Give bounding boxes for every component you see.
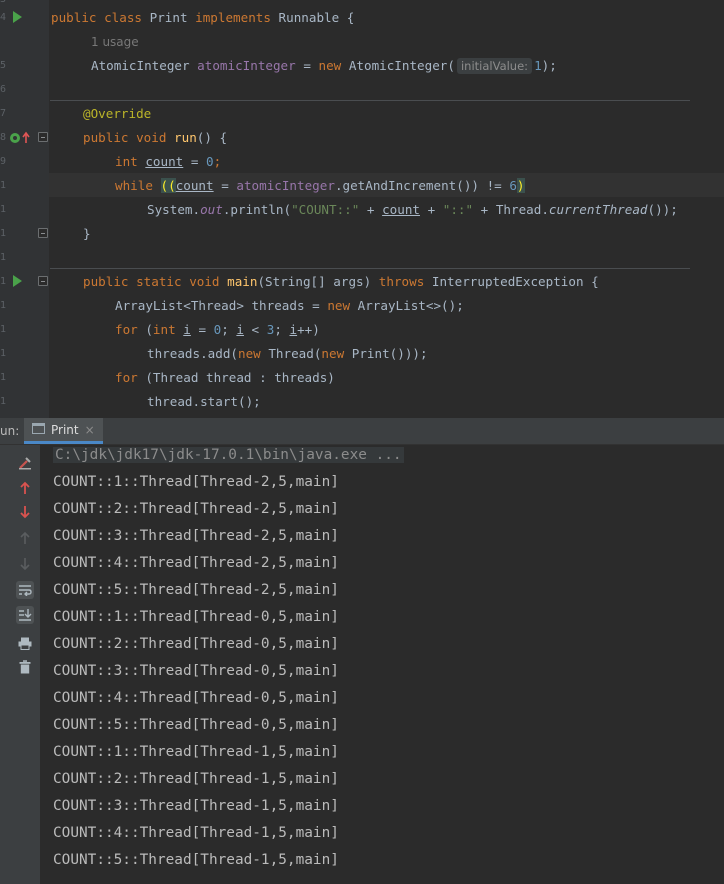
scroll-up-icon[interactable]: [16, 529, 34, 547]
fold-icon[interactable]: [38, 132, 48, 142]
code-line: for (Thread thread : threads): [115, 370, 335, 385]
tab-print[interactable]: Print ×: [24, 418, 103, 444]
line-number: 14: [0, 276, 6, 287]
code-editor[interactable]: 3 4 5 6 7 8 9 10 11 12 13 14 15 16 17 18…: [0, 0, 724, 418]
line-number: 13: [0, 252, 6, 263]
override-marker-icon[interactable]: [9, 130, 35, 144]
console-line: COUNT::5::Thread[Thread-2,5,main]: [53, 582, 339, 598]
fold-icon[interactable]: [38, 276, 48, 286]
console-line: COUNT::1::Thread[Thread-2,5,main]: [53, 474, 339, 490]
code-line: ArrayList<Thread> threads = new ArrayLis…: [115, 298, 464, 313]
code-line: public class Print implements Runnable {: [51, 10, 355, 25]
scroll-to-end-icon[interactable]: [16, 606, 34, 624]
scroll-down-icon[interactable]: [16, 555, 34, 573]
console-output[interactable]: C:\jdk\jdk17\jdk-17.0.1\bin\java.exe ...…: [40, 445, 724, 884]
line-number: 18: [0, 372, 6, 383]
run-panel-label: un:: [0, 424, 20, 438]
line-number: 17: [0, 348, 6, 359]
line-number: 11: [0, 204, 6, 215]
editor-gutter: 3 4 5 6 7 8 9 10 11 12 13 14 15 16 17 18…: [0, 0, 70, 418]
line-number: 8: [0, 132, 6, 143]
run-class-icon[interactable]: [13, 11, 22, 23]
code-line: for (int i = 0; i < 3; i++): [115, 322, 320, 337]
run-panel-header: un: Print ×: [0, 418, 724, 445]
console-line: COUNT::3::Thread[Thread-2,5,main]: [53, 528, 339, 544]
console-tab-icon: [32, 422, 45, 437]
line-number: 19: [0, 396, 6, 407]
line-number: 6: [0, 84, 6, 95]
trash-icon[interactable]: [16, 658, 34, 676]
code-line: threads.add(new Thread(new Print()));: [147, 346, 428, 361]
line-number: 5: [0, 60, 6, 71]
console-line: COUNT::5::Thread[Thread-1,5,main]: [53, 852, 339, 868]
console-line: COUNT::2::Thread[Thread-1,5,main]: [53, 771, 339, 787]
code-line: public void run() {: [83, 130, 228, 145]
line-number: 3: [0, 0, 6, 5]
console-line: COUNT::5::Thread[Thread-0,5,main]: [53, 717, 339, 733]
code-line: thread.start();: [147, 394, 261, 409]
code-line: @Override: [83, 106, 152, 121]
line-number: 9: [0, 156, 6, 167]
console-line: COUNT::4::Thread[Thread-1,5,main]: [53, 825, 339, 841]
soft-wrap-icon[interactable]: [16, 581, 34, 599]
code-line: System.out.println("COUNT::" + count + "…: [147, 202, 678, 217]
run-main-icon[interactable]: [13, 275, 22, 287]
tab-label: Print: [51, 422, 79, 437]
code-line: AtomicInteger atomicInteger = new Atomic…: [91, 58, 557, 74]
code-line: public static void main(String[] args) t…: [83, 274, 599, 289]
console-line: COUNT::4::Thread[Thread-0,5,main]: [53, 690, 339, 706]
method-separator: [50, 100, 690, 101]
wrench-icon[interactable]: [16, 454, 34, 472]
console-toolbar: [0, 445, 40, 884]
close-icon[interactable]: ×: [85, 423, 95, 437]
line-number: 16: [0, 324, 6, 335]
console-line: COUNT::3::Thread[Thread-0,5,main]: [53, 663, 339, 679]
method-separator: [50, 268, 690, 269]
line-number: 12: [0, 228, 6, 239]
console-line: COUNT::3::Thread[Thread-1,5,main]: [53, 798, 339, 814]
console-line: COUNT::1::Thread[Thread-0,5,main]: [53, 609, 339, 625]
console-command-line[interactable]: C:\jdk\jdk17\jdk-17.0.1\bin\java.exe ...: [53, 446, 404, 464]
line-number: 7: [0, 108, 6, 119]
line-number: 15: [0, 300, 6, 311]
console-line: COUNT::1::Thread[Thread-1,5,main]: [53, 744, 339, 760]
rerun-up-icon[interactable]: [16, 479, 34, 497]
code-line: while ((count = atomicInteger.getAndIncr…: [115, 178, 525, 193]
code-line: }: [83, 226, 91, 241]
console-line: COUNT::2::Thread[Thread-2,5,main]: [53, 501, 339, 517]
line-number: 10: [0, 180, 6, 191]
console-line: COUNT::4::Thread[Thread-2,5,main]: [53, 555, 339, 571]
print-icon[interactable]: [16, 634, 34, 652]
code-line: int count = 0;: [115, 154, 222, 169]
line-number: 4: [0, 12, 6, 23]
rerun-down-icon[interactable]: [16, 503, 34, 521]
usage-hint[interactable]: 1 usage: [91, 34, 139, 50]
fold-icon[interactable]: [38, 228, 48, 238]
parameter-hint: initialValue:: [456, 58, 533, 74]
console-line: COUNT::2::Thread[Thread-0,5,main]: [53, 636, 339, 652]
